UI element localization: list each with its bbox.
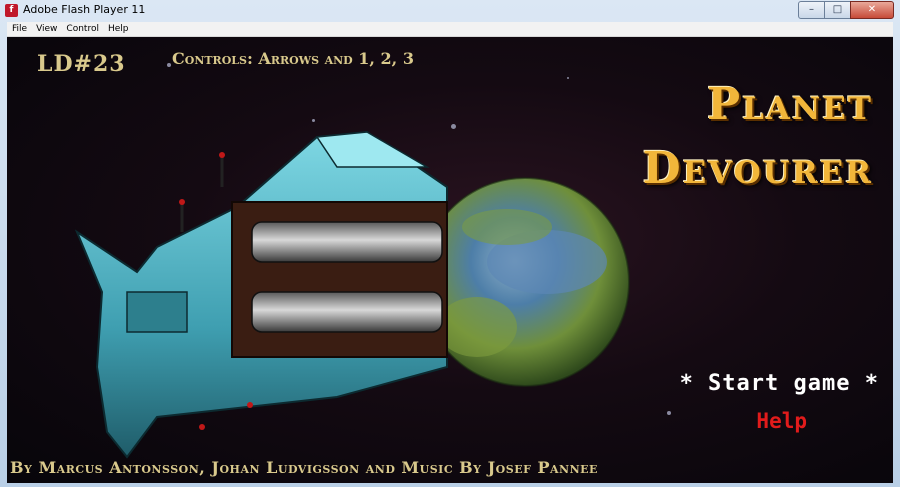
spaceship xyxy=(74,130,448,459)
start-game-button[interactable]: * Start game * xyxy=(680,371,879,396)
flash-player-window: f Adobe Flash Player 11 – □ ✕ File View … xyxy=(0,0,900,487)
close-button[interactable]: ✕ xyxy=(850,1,894,19)
menu-bar: File View Control Help xyxy=(7,22,893,37)
game-title-line1: Planet xyxy=(707,79,873,130)
menu-view[interactable]: View xyxy=(36,24,57,34)
menu-control[interactable]: Control xyxy=(66,24,99,34)
minimize-button[interactable]: – xyxy=(798,1,825,19)
credits-text: By Marcus Antonsson, Johan Ludvigsson an… xyxy=(10,458,598,477)
controls-hint: Controls: Arrows and 1, 2, 3 xyxy=(172,49,414,68)
help-button[interactable]: Help xyxy=(756,409,807,433)
menu-file[interactable]: File xyxy=(12,24,27,34)
game-title-line2: Devourer xyxy=(642,143,873,194)
window-controls: – □ ✕ xyxy=(798,1,894,19)
planet xyxy=(420,177,630,387)
flash-icon: f xyxy=(5,4,18,17)
jam-label: LD#23 xyxy=(37,51,126,77)
title-bar[interactable]: f Adobe Flash Player 11 – □ ✕ xyxy=(0,0,900,22)
window-title: Adobe Flash Player 11 xyxy=(23,3,146,16)
game-stage[interactable]: LD#23 Controls: Arrows and 1, 2, 3 Plane… xyxy=(7,37,893,483)
maximize-button[interactable]: □ xyxy=(824,1,851,19)
menu-help[interactable]: Help xyxy=(108,24,129,34)
